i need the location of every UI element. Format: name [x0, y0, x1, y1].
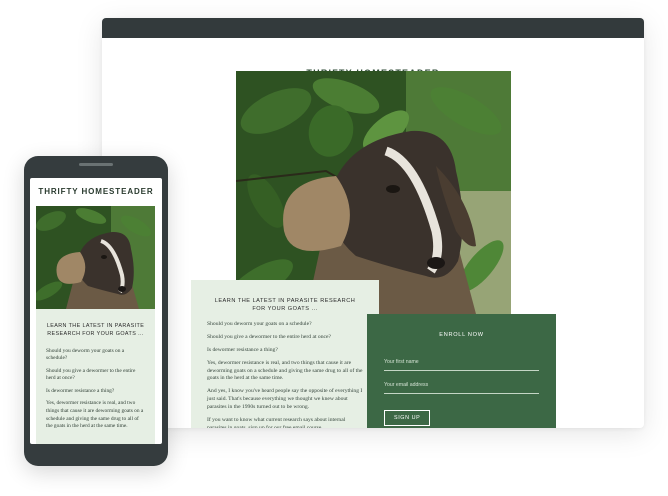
mobile-goat-illustration: [36, 206, 155, 309]
enroll-title: ENROLL NOW: [439, 332, 484, 338]
mobile-goat-photo: [36, 206, 155, 309]
article-paragraph: And yes, I know you've heard people say …: [207, 388, 363, 410]
article-headline: LEARN THE LATEST IN PARASITE RESEARCH FO…: [214, 298, 356, 313]
mobile-article-paragraph: Should you give a dewormer to the entire…: [46, 367, 136, 382]
mobile-site-title[interactable]: THRIFTY HOMESTEADER: [30, 187, 162, 196]
goat-photo: [236, 71, 511, 314]
sign-up-button[interactable]: SIGN UP: [384, 410, 431, 426]
phone-mockup: THRIFTY HOMESTEADER LEARN THE LATEST IN …: [24, 156, 168, 466]
article-card: LEARN THE LATEST IN PARASITE RESEARCH FO…: [191, 280, 379, 428]
phone-speaker: [79, 163, 113, 166]
mobile-article-paragraph: Should you deworm your goats on a schedu…: [46, 347, 125, 362]
article-paragraph: If you want to know what current researc…: [207, 416, 346, 428]
goat-illustration: [236, 71, 511, 314]
article-paragraph: Should you deworm your goats on a schedu…: [207, 321, 312, 328]
email-field[interactable]: Your email address: [384, 376, 539, 394]
browser-top-bar: [102, 18, 644, 38]
enroll-form: ENROLL NOW Your first name Your email ad…: [367, 314, 556, 428]
phone-screen: THRIFTY HOMESTEADER LEARN THE LATEST IN …: [30, 178, 162, 444]
first-name-field[interactable]: Your first name: [384, 353, 539, 371]
mobile-article-headline: LEARN THE LATEST IN PARASITE RESEARCH FO…: [46, 323, 145, 337]
desktop-mockup: THRIFTY HOMESTEADER: [102, 18, 644, 428]
mobile-article-paragraph: Is dewormer resistance a thing?: [46, 387, 115, 394]
article-paragraph: Should you give a dewormer to the entire…: [207, 334, 331, 341]
article-paragraph: Is dewormer resistance a thing?: [207, 346, 278, 353]
mobile-article-card: LEARN THE LATEST IN PARASITE RESEARCH FO…: [36, 309, 155, 444]
mobile-article-paragraph: Yes, dewormer resistance is real, and tw…: [46, 400, 144, 430]
article-paragraph: Yes, dewormer resistance is real, and tw…: [207, 359, 363, 382]
